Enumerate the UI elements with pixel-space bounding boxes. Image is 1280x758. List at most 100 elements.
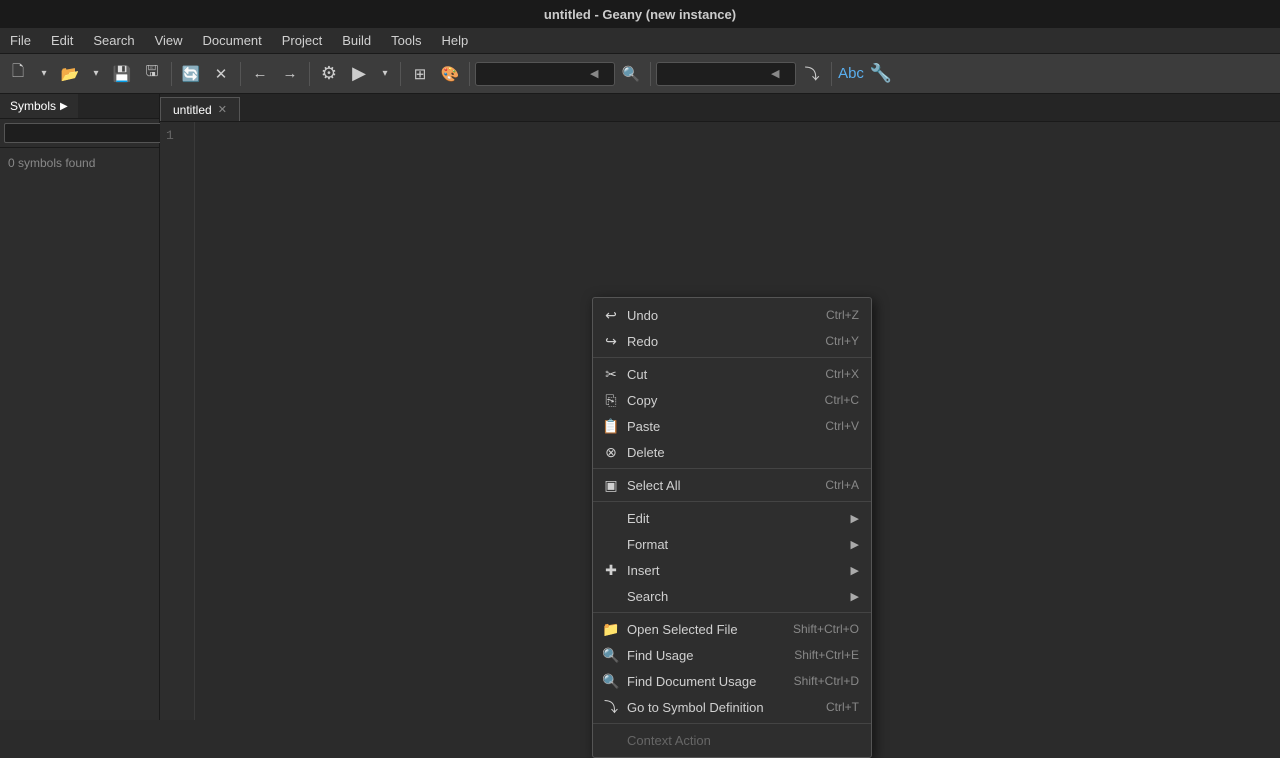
ctx-separator-sep2 (593, 468, 871, 469)
sidebar-tab-symbols[interactable]: Symbols ▶ (0, 94, 78, 118)
tb-sep2 (240, 62, 241, 86)
preferences-button[interactable]: 🔧 (867, 60, 895, 88)
line-numbers: 1 (160, 122, 195, 720)
jump-to-clear[interactable]: ◀ (771, 67, 779, 80)
undo-button[interactable]: ← (246, 60, 274, 88)
ctx-label-copy: Copy (627, 393, 817, 408)
context-menu: ↩UndoCtrl+Z↪RedoCtrl+Y✂CutCtrl+X⎘CopyCtr… (592, 297, 872, 758)
terminal-button[interactable]: ⊞ (406, 60, 434, 88)
tb-sep4 (400, 62, 401, 86)
ctx-item-gotosym[interactable]: ⤵Go to Symbol DefinitionCtrl+T (593, 694, 871, 720)
menu-document[interactable]: Document (193, 28, 272, 53)
menu-project[interactable]: Project (272, 28, 332, 53)
ctx-icon-selectall: ▣ (603, 477, 619, 493)
ctx-icon-finddoc: 🔍 (603, 673, 619, 689)
ctx-label-format: Format (627, 537, 843, 552)
tb-sep1 (171, 62, 172, 86)
menu-view[interactable]: View (145, 28, 193, 53)
ctx-item-selectall[interactable]: ▣Select AllCtrl+A (593, 472, 871, 498)
sidebar-symbols-label: Symbols (10, 99, 56, 113)
spellcheck-button[interactable]: Abc (837, 60, 865, 88)
ctx-icon-openfile: 📁 (603, 621, 619, 637)
editor-tab-untitled[interactable]: untitled ✕ (160, 97, 240, 121)
sidebar-tabs: Symbols ▶ (0, 94, 159, 119)
menu-bar: File Edit Search View Document Project B… (0, 28, 1280, 54)
ctx-item-finddoc[interactable]: 🔍 Find Document Usage Shift+Ctrl+D (593, 668, 871, 694)
ctx-shortcut-selectall: Ctrl+A (825, 478, 859, 492)
ctx-icon-paste: 📋 (603, 418, 619, 434)
ctx-submenu-insert[interactable]: ✚Insert▶ (593, 557, 871, 583)
ctx-separator-sep5 (593, 723, 871, 724)
tab-close-button[interactable]: ✕ (218, 103, 227, 116)
ctx-separator-sep1 (593, 357, 871, 358)
build-dropdown[interactable]: ▾ (375, 60, 395, 88)
menu-edit[interactable]: Edit (41, 28, 83, 53)
ctx-item-cut[interactable]: ✂CutCtrl+X (593, 361, 871, 387)
new-file-button[interactable]: 🗋 (4, 60, 32, 88)
ctx-submenu-search[interactable]: Search▶ (593, 583, 871, 609)
ctx-item-findusage[interactable]: 🔍Find UsageShift+Ctrl+E (593, 642, 871, 668)
ctx-label-redo: Redo (627, 334, 817, 349)
color-button[interactable]: 🎨 (436, 60, 464, 88)
ctx-label-gotosym: Go to Symbol Definition (627, 700, 818, 715)
ctx-label-cut: Cut (627, 367, 817, 382)
ctx-submenu-edit[interactable]: Edit▶ (593, 505, 871, 531)
menu-build[interactable]: Build (332, 28, 381, 53)
ctx-label-finddoc: Find Document Usage (627, 674, 786, 689)
menu-file[interactable]: File (0, 28, 41, 53)
ctx-icon-search (603, 588, 619, 604)
sidebar: Symbols ▶ ◀ 0 symbols found (0, 94, 160, 720)
jump-to-input[interactable] (661, 67, 771, 81)
menu-search[interactable]: Search (83, 28, 144, 53)
ctx-submenu-format[interactable]: Format ▶ (593, 531, 871, 557)
ctx-item-undo[interactable]: ↩ Undo Ctrl+Z (593, 302, 871, 328)
compile-button[interactable]: ⚙ (315, 60, 343, 88)
ctx-separator-sep3 (593, 501, 871, 502)
ctx-item-context: Context Action (593, 727, 871, 753)
ctx-item-openfile[interactable]: 📁Open Selected FileShift+Ctrl+O (593, 616, 871, 642)
ctx-icon-gotosym: ⤵ (603, 699, 619, 715)
ctx-item-delete[interactable]: ⊗Delete (593, 439, 871, 465)
ctx-shortcut-finddoc: Shift+Ctrl+D (794, 674, 859, 688)
toolbar: 🗋 ▾ 📂 ▾ 💾 🖫 🔄 ✕ ← → ⚙ ▶ ▾ ⊞ 🎨 ◀ 🔍 ◀ ⤵ Ab… (0, 54, 1280, 94)
reload-button[interactable]: 🔄 (177, 60, 205, 88)
ctx-label-insert: Insert (627, 563, 843, 578)
ctx-label-findusage: Find Usage (627, 648, 786, 663)
toolbar-search-input[interactable] (480, 67, 590, 81)
close-button[interactable]: ✕ (207, 60, 235, 88)
ctx-arrow-format: ▶ (851, 538, 859, 551)
ctx-item-copy[interactable]: ⎘CopyCtrl+C (593, 387, 871, 413)
sidebar-search-input[interactable] (4, 123, 169, 143)
ctx-shortcut-undo: Ctrl+Z (826, 308, 859, 322)
menu-tools[interactable]: Tools (381, 28, 431, 53)
save-all-button[interactable]: 🖫 (138, 60, 166, 88)
editor-content[interactable]: 1 ↩UndoCtrl+Z↪RedoCtrl+Y✂CutCtrl+X⎘CopyC… (160, 122, 1280, 720)
sidebar-chevron: ▶ (60, 101, 68, 112)
ctx-icon-copy: ⎘ (603, 392, 619, 408)
ctx-shortcut-openfile: Shift+Ctrl+O (793, 622, 859, 636)
toolbar-search-clear[interactable]: ◀ (590, 67, 598, 80)
ctx-icon-edit (603, 510, 619, 526)
toolbar-search-box: ◀ (475, 62, 615, 86)
sidebar-search: ◀ (0, 119, 159, 148)
save-file-button[interactable]: 💾 (108, 60, 136, 88)
menu-help[interactable]: Help (432, 28, 479, 53)
ctx-arrow-insert: ▶ (851, 564, 859, 577)
open-file-button[interactable]: 📂 (56, 60, 84, 88)
new-file-dropdown[interactable]: ▾ (34, 60, 54, 88)
ctx-icon-undo: ↩ (603, 307, 619, 323)
ctx-label-undo: Undo (627, 308, 818, 323)
ctx-label-search: Search (627, 589, 843, 604)
redo-button[interactable]: → (276, 60, 304, 88)
ctx-item-redo[interactable]: ↪RedoCtrl+Y (593, 328, 871, 354)
main-area: Symbols ▶ ◀ 0 symbols found untitled ✕ 1 (0, 94, 1280, 720)
find-button[interactable]: 🔍 (617, 60, 645, 88)
ctx-shortcut-redo: Ctrl+Y (825, 334, 859, 348)
open-file-dropdown[interactable]: ▾ (86, 60, 106, 88)
ctx-icon-context (603, 732, 619, 748)
ctx-label-context: Context Action (627, 733, 859, 748)
run-button[interactable]: ▶ (345, 60, 373, 88)
ctx-item-paste[interactable]: 📋PasteCtrl+V (593, 413, 871, 439)
ctx-label-delete: Delete (627, 445, 859, 460)
jump-button[interactable]: ⤵ (798, 60, 826, 88)
